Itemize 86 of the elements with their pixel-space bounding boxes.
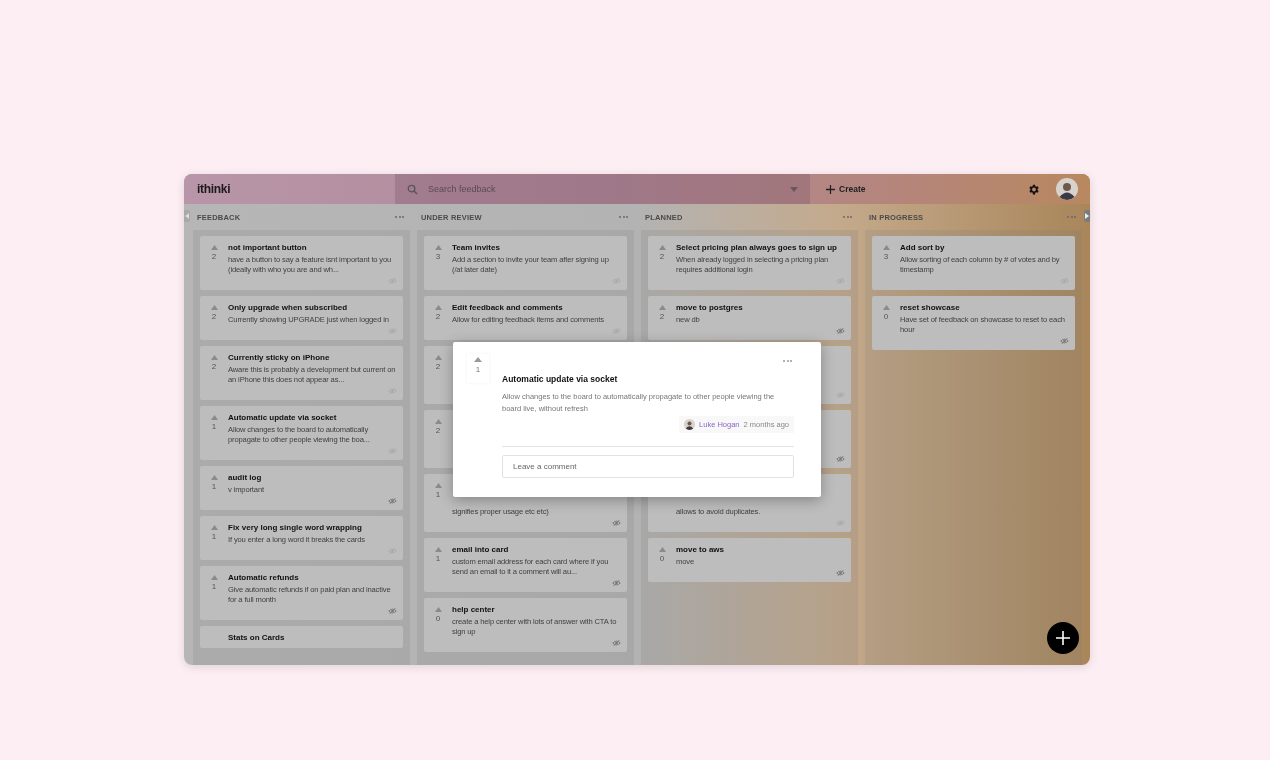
vote-count: 1 (211, 532, 217, 541)
comment-field[interactable]: Leave a comment (502, 455, 794, 478)
search-icon (407, 183, 418, 195)
vote-count: 1 (435, 554, 441, 563)
left-arrow-icon (185, 213, 189, 219)
vote-count: 2 (435, 426, 441, 435)
upvote-icon[interactable] (210, 245, 218, 250)
card-title: move to aws (676, 545, 725, 555)
upvote-icon[interactable] (658, 305, 666, 310)
upvote-icon[interactable] (210, 525, 218, 530)
card-title: help center (452, 605, 496, 615)
vote-count: 3 (883, 252, 889, 261)
upvote-icon[interactable] (474, 357, 482, 362)
settings-icon[interactable] (1027, 182, 1040, 196)
upvote-icon[interactable] (210, 415, 218, 420)
eye-off-icon[interactable] (612, 518, 621, 527)
vote-box[interactable]: 1 (467, 354, 489, 383)
upvote-icon[interactable] (210, 575, 218, 580)
upvote-icon[interactable] (882, 305, 890, 310)
card-title: Team invites (452, 243, 501, 253)
eye-off-icon[interactable] (388, 496, 397, 505)
vote-count: 0 (659, 554, 665, 563)
vote-count: 1 (211, 582, 217, 591)
upvote-icon[interactable] (434, 355, 442, 360)
eye-off-icon[interactable] (836, 454, 845, 463)
vote-count: 2 (659, 252, 665, 261)
eye-off-icon[interactable] (388, 606, 397, 615)
upvote-icon[interactable] (882, 245, 890, 250)
plus-icon (826, 184, 835, 194)
card-title: Currently sticky on iPhone (228, 353, 331, 363)
vote-count: 1 (475, 365, 481, 374)
upvote-icon[interactable] (434, 245, 442, 250)
vote-count: 0 (435, 614, 441, 623)
eye-off-icon[interactable] (836, 326, 845, 335)
search-input[interactable]: Search feedback (426, 183, 782, 195)
card-title: audit log (228, 473, 263, 483)
vote-count: 2 (435, 362, 441, 371)
avatar-icon (684, 419, 696, 430)
card-title: Edit feedback and comments (452, 303, 564, 313)
upvote-icon[interactable] (434, 607, 442, 612)
upvote-icon[interactable] (658, 547, 666, 552)
card-title: Stats on Cards (228, 633, 286, 643)
card-title: Select pricing plan always goes to sign up (676, 243, 838, 253)
eye-off-icon[interactable] (1060, 336, 1069, 345)
feedback-card[interactable]: Stats on Cards (200, 626, 403, 648)
vote-count: 0 (883, 312, 889, 321)
upvote-icon[interactable] (434, 547, 442, 552)
upvote-icon[interactable] (434, 483, 442, 488)
right-arrow-icon (1085, 213, 1089, 219)
card-title: Automatic update via socket (228, 413, 338, 423)
card-title: move to postgres (676, 303, 744, 313)
search-field[interactable]: Search feedback (395, 174, 810, 204)
vote-count: 1 (211, 422, 217, 431)
eye-off-icon[interactable] (836, 568, 845, 577)
add-button[interactable] (1047, 622, 1079, 654)
create-button[interactable]: Create (824, 184, 868, 194)
upvote-icon[interactable] (210, 355, 218, 360)
vote-count: 2 (211, 362, 217, 371)
vote-count: 2 (211, 312, 217, 321)
eye-off-icon[interactable] (612, 578, 621, 587)
vote-count: 3 (435, 252, 441, 261)
card-title: not important button (228, 243, 308, 253)
upvote-icon[interactable] (434, 419, 442, 424)
caret-icon[interactable] (790, 186, 798, 192)
avatar-icon[interactable] (1056, 178, 1078, 200)
eye-off-icon[interactable] (612, 638, 621, 647)
card-title: Only upgrade when subscribed (228, 303, 349, 313)
vote-count: 2 (435, 312, 441, 321)
card-title: Add sort by (900, 243, 946, 253)
card-title: Fix very long single word wrapping (228, 523, 363, 533)
card-title: reset showcase (900, 303, 961, 313)
card-title: email into card (452, 545, 510, 555)
upvote-icon[interactable] (658, 245, 666, 250)
logo[interactable]: ithinki (197, 182, 385, 196)
upvote-icon[interactable] (210, 475, 218, 480)
card-title: Automatic refunds (228, 573, 300, 583)
vote-count: 2 (211, 252, 217, 261)
vote-count: 1 (435, 490, 441, 499)
collapse-handle[interactable] (184, 210, 190, 222)
vote-count: 2 (659, 312, 665, 321)
expand-handle[interactable] (1084, 210, 1090, 222)
vote-count: 1 (211, 482, 217, 491)
upvote-icon[interactable] (210, 305, 218, 310)
upvote-icon[interactable] (434, 305, 442, 310)
plus-icon (1056, 631, 1070, 645)
feedback-title: Automatic update via socket (502, 374, 619, 384)
